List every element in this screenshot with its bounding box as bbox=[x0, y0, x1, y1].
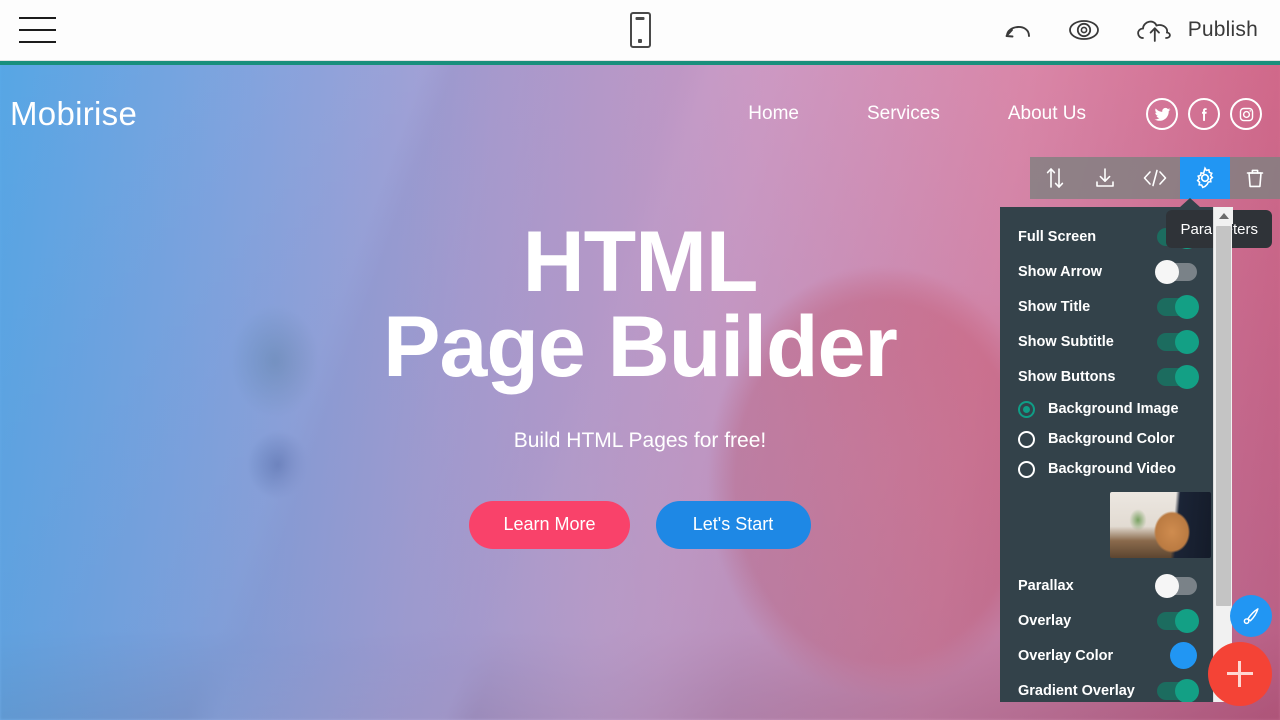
hero-title-line-1: HTML bbox=[522, 214, 759, 311]
show-subtitle-toggle[interactable] bbox=[1157, 329, 1199, 354]
phone-outline bbox=[629, 12, 651, 48]
nav-link-home[interactable]: Home bbox=[714, 103, 833, 125]
learn-more-button[interactable]: Learn More bbox=[469, 500, 630, 549]
radio-indicator bbox=[1018, 460, 1035, 478]
background-thumbnail-row bbox=[1000, 484, 1213, 568]
show-buttons-label: Show Buttons bbox=[1018, 368, 1116, 385]
publish-label: Publish bbox=[1187, 18, 1258, 41]
radio-indicator bbox=[1018, 400, 1035, 418]
trash-delete-icon[interactable] bbox=[1230, 157, 1280, 199]
plus-glyph bbox=[1227, 661, 1253, 687]
background-image-label: Background Image bbox=[1048, 401, 1179, 417]
cloud-upload-icon bbox=[1132, 15, 1178, 45]
scroll-up-arrow-icon[interactable] bbox=[1214, 207, 1233, 224]
radio-background-video[interactable]: Background Video bbox=[1000, 454, 1213, 484]
settings-panel-scrollbar[interactable] bbox=[1213, 207, 1233, 702]
background-video-label: Background Video bbox=[1048, 461, 1176, 477]
download-icon[interactable] bbox=[1080, 157, 1130, 199]
settings-panel: Full Screen Show Arrow Show Title Show S… bbox=[1000, 207, 1213, 702]
background-image-thumbnail[interactable] bbox=[1110, 492, 1211, 558]
undo-arrow-icon[interactable] bbox=[1000, 16, 1036, 44]
parallax-label: Parallax bbox=[1018, 577, 1074, 594]
social-links bbox=[1146, 98, 1262, 130]
hamburger-menu-icon[interactable] bbox=[19, 17, 56, 43]
overlay-toggle[interactable] bbox=[1157, 608, 1199, 633]
facebook-icon[interactable] bbox=[1188, 98, 1220, 130]
option-row-overlay: Overlay bbox=[1000, 603, 1213, 638]
toggle-knob bbox=[1175, 364, 1199, 389]
code-editor-icon[interactable] bbox=[1130, 157, 1180, 199]
background-color-label: Background Color bbox=[1048, 431, 1175, 447]
show-title-toggle[interactable] bbox=[1157, 294, 1199, 319]
hamburger-bar bbox=[19, 17, 56, 19]
instagram-icon[interactable] bbox=[1230, 98, 1262, 130]
nav-links: Home Services About Us bbox=[714, 103, 1120, 125]
gradient-overlay-toggle[interactable] bbox=[1157, 678, 1199, 702]
brand-logo[interactable]: Mobirise bbox=[10, 95, 137, 133]
nav-link-services[interactable]: Services bbox=[833, 103, 974, 125]
option-row-show-arrow: Show Arrow bbox=[1000, 254, 1213, 289]
mobile-device-icon[interactable] bbox=[625, 8, 655, 52]
move-block-icon[interactable] bbox=[1030, 157, 1080, 199]
lets-start-button[interactable]: Let's Start bbox=[655, 500, 811, 549]
hero-subtitle[interactable]: Build HTML Pages for free! bbox=[514, 429, 767, 453]
option-row-show-buttons: Show Buttons bbox=[1000, 359, 1213, 394]
toggle-knob bbox=[1155, 259, 1179, 284]
hero-top-border bbox=[0, 61, 1280, 65]
radio-indicator bbox=[1018, 430, 1035, 448]
option-row-overlay-color: Overlay Color bbox=[1000, 638, 1213, 673]
option-row-show-title: Show Title bbox=[1000, 289, 1213, 324]
block-edit-toolbar bbox=[1030, 157, 1280, 199]
eye-preview-icon[interactable] bbox=[1064, 16, 1104, 44]
settings-panel-caret bbox=[1179, 198, 1201, 208]
hero-title-line-2: Page Builder bbox=[383, 298, 898, 395]
add-block-icon[interactable] bbox=[1208, 642, 1272, 706]
brush-style-icon[interactable] bbox=[1230, 595, 1272, 637]
app-toolbar-right-group: Publish bbox=[1000, 15, 1258, 45]
toggle-knob bbox=[1175, 329, 1199, 354]
show-buttons-toggle[interactable] bbox=[1157, 364, 1199, 389]
scrollbar-thumb[interactable] bbox=[1216, 226, 1231, 606]
toggle-knob bbox=[1175, 294, 1199, 319]
hamburger-bar bbox=[19, 41, 56, 43]
site-navbar: Mobirise Home Services About Us bbox=[0, 79, 1280, 149]
hero-title[interactable]: HTML Page Builder bbox=[383, 219, 898, 395]
overlay-color-label: Overlay Color bbox=[1018, 647, 1114, 664]
publish-button[interactable]: Publish bbox=[1132, 15, 1258, 45]
gear-settings-icon[interactable] bbox=[1180, 157, 1230, 199]
show-arrow-label: Show Arrow bbox=[1018, 263, 1103, 280]
radio-background-image[interactable]: Background Image bbox=[1000, 394, 1213, 424]
toggle-knob bbox=[1155, 573, 1179, 598]
gradient-overlay-label: Gradient Overlay bbox=[1018, 682, 1135, 699]
nav-link-about-us[interactable]: About Us bbox=[974, 103, 1120, 125]
app-toolbar: Publish bbox=[0, 0, 1280, 61]
show-subtitle-label: Show Subtitle bbox=[1018, 333, 1114, 350]
full-screen-label: Full Screen bbox=[1018, 228, 1097, 245]
show-arrow-toggle[interactable] bbox=[1155, 259, 1197, 284]
option-row-gradient-overlay: Gradient Overlay bbox=[1000, 673, 1213, 702]
option-row-show-subtitle: Show Subtitle bbox=[1000, 324, 1213, 359]
hamburger-bar bbox=[19, 29, 56, 31]
option-row-parallax: Parallax bbox=[1000, 568, 1213, 603]
parallax-toggle[interactable] bbox=[1155, 573, 1197, 598]
overlay-label: Overlay bbox=[1018, 612, 1072, 629]
twitter-icon[interactable] bbox=[1146, 98, 1178, 130]
overlay-color-swatch[interactable] bbox=[1170, 642, 1197, 669]
toggle-knob bbox=[1175, 608, 1199, 633]
show-title-label: Show Title bbox=[1018, 298, 1091, 315]
hero-buttons: Learn More Let's Start bbox=[469, 500, 811, 549]
radio-background-color[interactable]: Background Color bbox=[1000, 424, 1213, 454]
toggle-knob bbox=[1175, 678, 1199, 702]
